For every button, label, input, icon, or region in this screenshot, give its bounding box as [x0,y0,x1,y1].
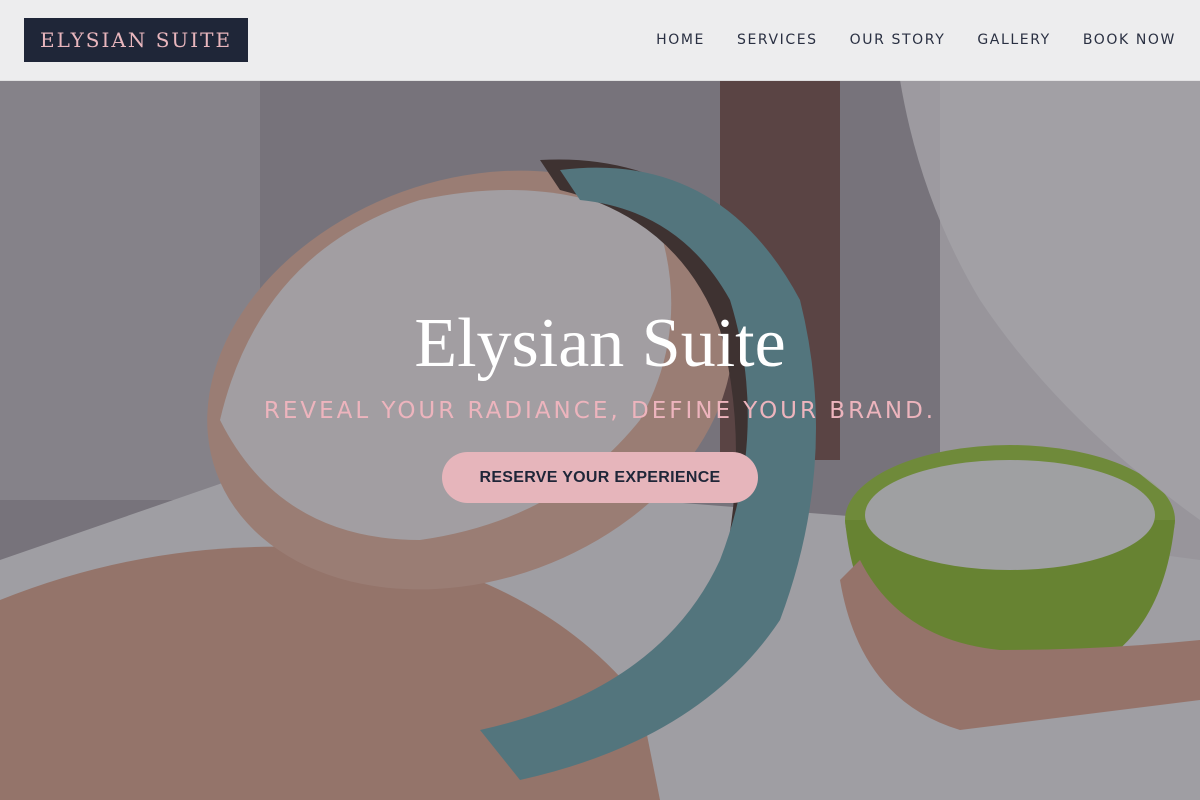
nav-gallery-link[interactable]: GALLERY [977,32,1050,48]
reserve-experience-button[interactable]: RESERVE YOUR EXPERIENCE [442,452,758,503]
nav-home-link[interactable]: HOME [656,32,705,48]
nav-services-link[interactable]: SERVICES [737,32,818,48]
site-header: ELYSIAN SUITE HOME SERVICES OUR STORY GA… [0,0,1200,81]
hero-section: Elysian Suite REVEAL YOUR RADIANCE, DEFI… [0,300,1200,503]
main-nav: HOME SERVICES OUR STORY GALLERY BOOK NOW [656,32,1176,48]
nav-book-now-link[interactable]: BOOK NOW [1083,32,1176,48]
hero-title: Elysian Suite [414,305,786,382]
brand-logo[interactable]: ELYSIAN SUITE [24,18,249,62]
hero-tagline: REVEAL YOUR RADIANCE, DEFINE YOUR BRAND. [263,398,937,424]
nav-our-story-link[interactable]: OUR STORY [850,32,946,48]
